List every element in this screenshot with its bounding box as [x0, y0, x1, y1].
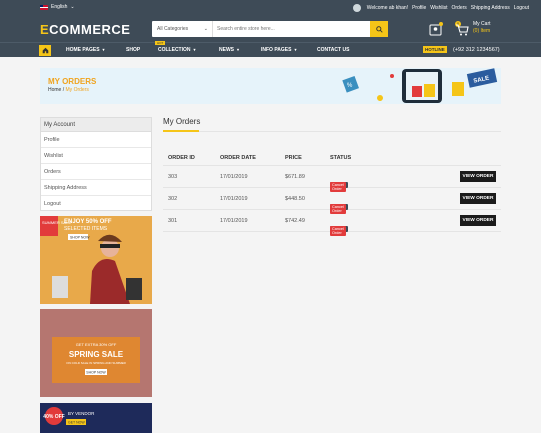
- chevron-down-icon: ▾: [237, 47, 240, 52]
- chevron-down-icon: ▾: [193, 47, 196, 52]
- column-status: STATUS: [330, 155, 352, 161]
- svg-text:SHOP NOW: SHOP NOW: [86, 371, 106, 375]
- search-bar: All Categories ⌄: [152, 21, 388, 37]
- svg-text:GET NOW: GET NOW: [68, 421, 85, 425]
- svg-text:SPRING SALE: SPRING SALE: [69, 350, 124, 359]
- breadcrumb: Home / My Orders: [48, 87, 89, 93]
- table-row: 303 17/01/2019 $671.89 Pending/Cancel Or…: [163, 166, 501, 192]
- nav-home-pages[interactable]: HOME PAGES ▾: [66, 47, 105, 53]
- search-icon: [375, 25, 383, 33]
- main-nav: HOME PAGES ▾ SHOP COLLECTION ▾ HOT NEWS ▾ I…: [0, 41, 541, 57]
- view-order-button[interactable]: VIEW ORDER: [460, 193, 496, 204]
- nav-news[interactable]: NEWS ▾: [219, 47, 239, 53]
- language-selector[interactable]: English ⌄: [40, 4, 75, 10]
- hotline-label: HOTLINE: [423, 46, 447, 53]
- column-order-id: ORDER ID: [168, 155, 195, 161]
- language-label: English: [51, 4, 68, 10]
- search-input[interactable]: [213, 21, 370, 37]
- order-id: 302: [168, 196, 178, 202]
- vendor-sale-image: 40% OFF BY VENDOR GET NOW: [40, 403, 152, 433]
- promo-banner-summer[interactable]: SUMMER SALE ENJOY 50% OFF SELECTED ITEMS…: [40, 216, 152, 304]
- cancel-order-button[interactable]: Cancel Order: [330, 226, 346, 236]
- svg-text:ENJOY 50% OFF: ENJOY 50% OFF: [64, 219, 112, 225]
- home-button[interactable]: [39, 45, 51, 56]
- top-link-shipping[interactable]: Shipping Address: [471, 5, 510, 11]
- shopping-banner-illustration: % SALE: [342, 68, 498, 103]
- hotline-number: (+92 312 1234567): [453, 47, 500, 53]
- order-price: $742.49: [285, 218, 305, 224]
- sidebar-item-profile[interactable]: Profile: [41, 132, 151, 148]
- nav-contact-us[interactable]: CONTACT US: [317, 47, 349, 53]
- order-id: 303: [168, 174, 178, 180]
- avatar: [352, 4, 361, 12]
- order-price: $448.50: [285, 196, 305, 202]
- svg-text:ON COLD SALE IN SPRING AND SUM: ON COLD SALE IN SPRING AND SUMMER: [66, 361, 126, 365]
- nav-collection[interactable]: COLLECTION ▾: [158, 47, 196, 53]
- category-select[interactable]: All Categories ⌄: [152, 21, 213, 37]
- view-order-button[interactable]: VIEW ORDER: [460, 171, 496, 182]
- user-account-icon[interactable]: [429, 22, 443, 36]
- uk-flag-icon: [40, 4, 48, 10]
- promo-banner-vendor[interactable]: 40% OFF BY VENDOR GET NOW: [40, 403, 152, 433]
- page-title: MY ORDERS: [48, 77, 97, 86]
- view-order-button[interactable]: VIEW ORDER: [460, 215, 496, 226]
- nav-info-pages[interactable]: INFO PAGES ▾: [261, 47, 296, 53]
- order-date: 17/01/2019: [220, 196, 248, 202]
- heading-divider: [163, 130, 501, 132]
- breadcrumb-current: My Orders: [65, 87, 89, 93]
- top-link-wishlist[interactable]: Wishlist: [430, 5, 447, 11]
- sidebar-item-orders[interactable]: Orders: [41, 164, 151, 180]
- chevron-down-icon: ▾: [102, 47, 105, 52]
- search-button[interactable]: [370, 21, 388, 37]
- home-icon: [42, 47, 48, 54]
- table-header: ORDER ID ORDER DATE PRICE STATUS: [163, 150, 501, 166]
- chevron-down-icon: ⌄: [203, 26, 208, 32]
- header: ECOMMERCE All Categories ⌄ 0 My Cart (0)…: [0, 15, 541, 42]
- chevron-down-icon: ⌄: [70, 4, 75, 10]
- top-link-profile[interactable]: Profile: [412, 5, 426, 11]
- top-links: Welcome ab khan! Profile Wishlist Orders…: [352, 4, 529, 12]
- spring-sale-image: GET EXTRA 30% OFF SPRING SALE ON COLD SA…: [40, 309, 152, 397]
- svg-text:%: %: [347, 83, 353, 89]
- table-row: 301 17/01/2019 $742.49 Pending/Cancel Or…: [163, 210, 501, 236]
- breadcrumb-home[interactable]: Home: [48, 87, 61, 93]
- order-price: $671.89: [285, 174, 305, 180]
- top-bar: English ⌄ Welcome ab khan! Profile Wishl…: [0, 0, 541, 15]
- order-date: 17/01/2019: [220, 218, 248, 224]
- svg-text:BY VENDOR: BY VENDOR: [68, 411, 95, 416]
- order-date: 17/01/2019: [220, 174, 248, 180]
- cart-summary[interactable]: My Cart (0) Item: [473, 21, 491, 35]
- column-order-date: ORDER DATE: [220, 155, 256, 161]
- cart-icon[interactable]: [455, 23, 469, 37]
- summer-sale-image: SUMMER SALE ENJOY 50% OFF SELECTED ITEMS…: [40, 216, 152, 304]
- orders-heading: My Orders: [163, 117, 201, 126]
- svg-text:40% OFF: 40% OFF: [43, 414, 64, 420]
- orders-table: ORDER ID ORDER DATE PRICE STATUS 303 17/…: [163, 150, 501, 236]
- svg-text:GET EXTRA 30% OFF: GET EXTRA 30% OFF: [76, 342, 117, 347]
- svg-text:SHOP NOW: SHOP NOW: [70, 236, 90, 240]
- top-link-logout[interactable]: Logout: [514, 5, 529, 11]
- column-price: PRICE: [285, 155, 302, 161]
- hot-badge: HOT: [155, 41, 166, 45]
- promo-banner-spring[interactable]: GET EXTRA 30% OFF SPRING SALE ON COLD SA…: [40, 309, 152, 397]
- table-row: 302 17/01/2019 $448.50 Pending/Cancel Or…: [163, 188, 501, 214]
- account-menu: My Account Profile Wishlist Orders Shipp…: [40, 117, 152, 211]
- sidebar-item-shipping-address[interactable]: Shipping Address: [41, 180, 151, 196]
- sidebar-item-wishlist[interactable]: Wishlist: [41, 148, 151, 164]
- page-banner: MY ORDERS Home / My Orders % SALE: [40, 68, 501, 104]
- account-menu-heading: My Account: [41, 118, 151, 132]
- site-logo[interactable]: ECOMMERCE: [40, 22, 130, 37]
- svg-text:SELECTED ITEMS: SELECTED ITEMS: [64, 226, 108, 232]
- top-link-orders[interactable]: Orders: [452, 5, 467, 11]
- order-id: 301: [168, 218, 178, 224]
- sidebar-item-logout[interactable]: Logout: [41, 196, 151, 212]
- welcome-text: Welcome ab khan!: [366, 5, 409, 11]
- nav-shop[interactable]: SHOP: [126, 47, 140, 53]
- chevron-down-icon: ▾: [294, 47, 297, 52]
